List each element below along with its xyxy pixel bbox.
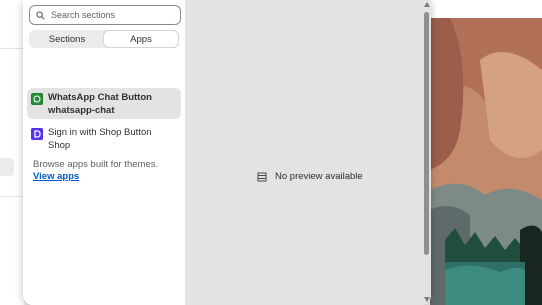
shop-icon bbox=[31, 128, 43, 140]
app-item-shop-sign-in[interactable]: Sign in with Shop Button Shop bbox=[27, 123, 181, 154]
scroll-down-arrow-icon[interactable] bbox=[424, 297, 430, 302]
scrollbar[interactable] bbox=[423, 0, 431, 305]
no-preview-label: No preview available bbox=[275, 171, 363, 182]
search-box[interactable] bbox=[29, 5, 181, 25]
tab-sections[interactable]: Sections bbox=[30, 31, 104, 47]
divider bbox=[0, 196, 24, 197]
section-picker: Sections Apps WhatsApp Chat Button whats… bbox=[23, 0, 185, 305]
preview-pane: No preview available bbox=[185, 0, 431, 305]
add-section-popover: Sections Apps WhatsApp Chat Button whats… bbox=[23, 0, 431, 305]
view-apps-link[interactable]: View apps bbox=[33, 171, 79, 182]
editor-sidebar-background bbox=[0, 0, 24, 305]
layout-icon bbox=[257, 172, 267, 181]
tab-bar: Sections Apps bbox=[29, 30, 179, 48]
browse-apps-label: Browse apps built for themes. bbox=[33, 159, 159, 170]
app-title: WhatsApp Chat Button bbox=[48, 92, 152, 103]
app-handle: Shop bbox=[48, 140, 71, 151]
app-item-whatsapp-chat[interactable]: WhatsApp Chat Button whatsapp-chat bbox=[27, 88, 181, 119]
scroll-thumb[interactable] bbox=[424, 12, 429, 255]
landscape-illustration bbox=[430, 0, 542, 305]
tab-apps[interactable]: Apps bbox=[104, 31, 178, 47]
divider bbox=[0, 48, 24, 49]
background-field bbox=[0, 158, 14, 176]
theme-preview-background bbox=[430, 0, 542, 305]
browse-apps-text: Browse apps built for themes. View apps bbox=[33, 159, 175, 183]
search-input[interactable] bbox=[51, 10, 161, 20]
scroll-up-arrow-icon[interactable] bbox=[424, 2, 430, 7]
no-preview-message: No preview available bbox=[257, 171, 363, 182]
app-handle: whatsapp-chat bbox=[48, 105, 115, 116]
app-title: Sign in with Shop Button bbox=[48, 127, 152, 138]
whatsapp-icon bbox=[31, 93, 43, 105]
search-icon bbox=[36, 10, 45, 20]
